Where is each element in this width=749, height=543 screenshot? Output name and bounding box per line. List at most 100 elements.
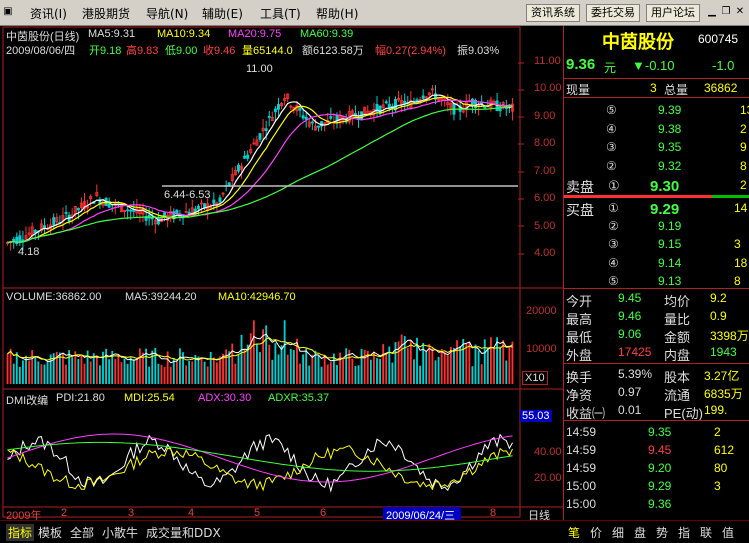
- tick-price: 9.20: [648, 461, 672, 475]
- buy-volume: 8: [734, 274, 741, 288]
- right-tab[interactable]: 指: [678, 524, 690, 541]
- right-tab[interactable]: 盘: [634, 524, 646, 541]
- candle-body: [246, 154, 250, 159]
- candle-body: [384, 101, 388, 104]
- time-tick: 5: [254, 507, 261, 519]
- tab-indicator[interactable]: 指标: [6, 524, 35, 541]
- tick-time: 14:59: [566, 425, 597, 439]
- tick-price: 9.35: [648, 425, 672, 439]
- stat-value: 9.45: [618, 291, 642, 305]
- sell-volume: 2: [740, 121, 747, 136]
- buy-level: ②: [608, 218, 619, 233]
- stat-value: 9.2: [710, 291, 727, 305]
- price-tick: 4.00: [534, 247, 556, 259]
- adxr-label: ADXR:35.37: [268, 392, 330, 404]
- ma-line: [7, 94, 513, 243]
- buy-volume: 18: [734, 255, 748, 270]
- stat-value: 199.: [704, 403, 728, 417]
- candle-body: [43, 225, 46, 229]
- price-tick: 5.00: [534, 220, 556, 232]
- app-icon[interactable]: ▣: [2, 4, 14, 20]
- candle-body: [276, 104, 280, 110]
- tab-all[interactable]: 全部: [70, 524, 94, 541]
- candle-body: [301, 115, 305, 119]
- price-tick: 11.00: [534, 55, 561, 67]
- candle-body: [329, 116, 333, 119]
- candle-body: [415, 99, 419, 102]
- candle-body: [273, 108, 277, 113]
- last-price: 9.36: [566, 56, 596, 73]
- candle-body: [317, 125, 320, 128]
- stat-value: 0.01: [618, 403, 642, 417]
- stock-code: 600745: [698, 32, 739, 46]
- stat-value: 5.39%: [618, 367, 653, 381]
- sell-level: ①: [608, 178, 620, 193]
- price-tick: 8.00: [534, 137, 556, 149]
- low-annotation: 4.18: [18, 246, 40, 258]
- stat-label: 量比: [664, 312, 691, 327]
- candle-body: [298, 107, 302, 111]
- candle-body: [150, 217, 154, 220]
- time-tick: 3: [128, 507, 135, 519]
- tick-time: 15:00: [566, 479, 597, 493]
- buy-level: ④: [608, 255, 619, 270]
- stat-value: 6835万: [704, 387, 743, 401]
- dmi-current-value: 55.03: [520, 410, 552, 422]
- ma-lines: [7, 94, 513, 243]
- time-tick: 8: [490, 507, 497, 519]
- close-icon[interactable]: ✕: [734, 4, 746, 20]
- candle-body: [470, 98, 474, 106]
- dmi-lines: [7, 433, 513, 493]
- total-vol-label: 总量: [664, 83, 689, 97]
- menu-news[interactable]: 资讯(I): [30, 5, 67, 22]
- kline-chart[interactable]: 中茵股份(日线) MA5:9.31 MA10:9.34 MA20:9.75 MA…: [0, 26, 563, 522]
- stat-value: 9.46: [618, 309, 642, 323]
- stat-label: 金额: [664, 330, 691, 345]
- price-tick: 10.00: [534, 82, 562, 94]
- right-tab[interactable]: 笔: [568, 524, 580, 541]
- menu-help[interactable]: 帮助(H): [316, 5, 358, 22]
- candle-body: [421, 95, 425, 99]
- tick-time: 14:59: [566, 443, 597, 457]
- low-label: 低9.00: [165, 45, 198, 57]
- candle-body: [236, 164, 240, 172]
- minimize-icon[interactable]: ▁: [706, 4, 718, 20]
- date-label: 2009/08/06/四: [6, 45, 76, 57]
- restore-icon[interactable]: ❐: [720, 4, 732, 20]
- dmi-panel-label: DMI改编: [6, 395, 49, 407]
- price-tick: 9.00: [534, 110, 556, 122]
- dmi-tick: 40.00: [534, 446, 562, 458]
- price-change: ▼-0.10: [632, 58, 675, 73]
- trade-button[interactable]: 委托交易: [586, 4, 640, 22]
- peak-annotation: 11.00: [246, 63, 273, 75]
- right-tab[interactable]: 联: [700, 524, 712, 541]
- mdi-label: MDI:25.54: [124, 392, 175, 404]
- tab-volume-ddx[interactable]: 成交量和DDX: [146, 524, 221, 541]
- chart-canvas[interactable]: [0, 26, 563, 520]
- price-unit: 元: [604, 61, 617, 75]
- right-tab[interactable]: 势: [656, 524, 668, 541]
- tick-price: 9.29: [648, 479, 672, 493]
- candle-body: [76, 207, 80, 211]
- tab-small-bull[interactable]: 小散牛: [102, 524, 138, 541]
- forum-button[interactable]: 用户论坛: [646, 4, 700, 22]
- menu-assist[interactable]: 辅助(E): [202, 5, 243, 22]
- menu-navigation[interactable]: 导航(N): [146, 5, 188, 22]
- change-label: 幅0.27(2.94%): [375, 45, 446, 57]
- right-tab[interactable]: 值: [722, 524, 734, 541]
- menu-tools[interactable]: 工具(T): [260, 5, 301, 22]
- news-system-button[interactable]: 资讯系统: [526, 4, 580, 22]
- stat-value: 1943: [710, 345, 737, 359]
- stat-value: 0.9: [710, 309, 727, 323]
- right-tab[interactable]: 价: [590, 524, 602, 541]
- tab-template[interactable]: 模板: [38, 524, 62, 541]
- stat-label: 均价: [664, 294, 691, 309]
- ma20-label: MA20:9.75: [228, 28, 282, 40]
- tick-time: 15:00: [566, 497, 597, 511]
- dmi-line: [7, 445, 513, 492]
- volume-tick: 10000: [526, 343, 557, 355]
- tick-volume: 612: [714, 443, 735, 457]
- right-tab[interactable]: 细: [612, 524, 624, 541]
- close-label: 收9.46: [203, 45, 236, 57]
- menu-hk-futures[interactable]: 港股期货: [82, 5, 130, 22]
